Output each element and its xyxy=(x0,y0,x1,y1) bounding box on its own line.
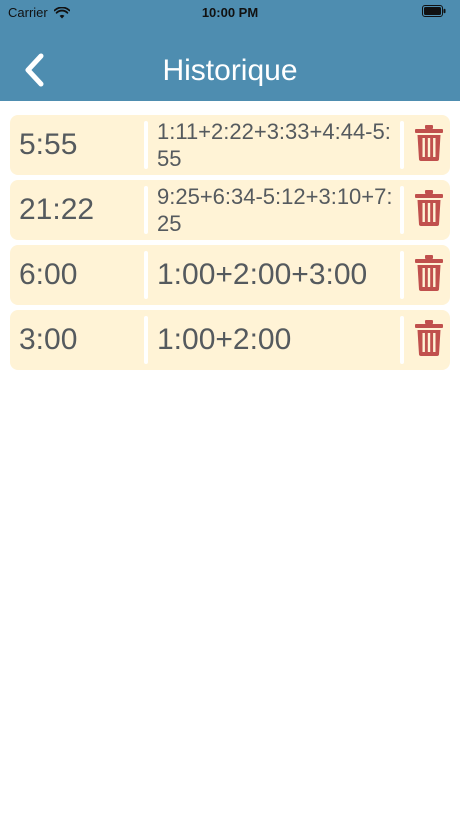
history-row[interactable]: 5:55 1:11+2:22+3:33+4:44-5:55 xyxy=(10,115,450,175)
trash-icon xyxy=(414,319,444,362)
history-total: 21:22 xyxy=(19,193,95,226)
history-expression: 9:25+6:34-5:12+3:10+7:25 xyxy=(157,183,393,237)
history-expression: 1:11+2:22+3:33+4:44-5:55 xyxy=(157,118,391,172)
divider xyxy=(400,186,404,234)
history-screen: Carrier 10:00 PM Historique 5:55 1:11+2:… xyxy=(0,0,460,818)
page-title: Historique xyxy=(162,54,298,87)
battery-icon xyxy=(422,5,446,17)
delete-button[interactable] xyxy=(410,115,448,175)
delete-button[interactable] xyxy=(410,245,448,305)
history-row[interactable]: 21:22 9:25+6:34-5:12+3:10+7:25 xyxy=(10,180,450,240)
divider xyxy=(144,121,148,169)
trash-icon xyxy=(414,254,444,297)
history-row[interactable]: 6:00 1:00+2:00+3:00 xyxy=(10,245,450,305)
history-total: 3:00 xyxy=(19,323,78,356)
divider xyxy=(144,186,148,234)
delete-button[interactable] xyxy=(410,180,448,240)
history-total: 5:55 xyxy=(19,128,78,161)
history-expression: 1:00+2:00+3:00 xyxy=(157,258,368,292)
divider xyxy=(400,121,404,169)
trash-icon xyxy=(414,124,444,167)
status-time: 10:00 PM xyxy=(201,5,259,20)
history-expression: 1:00+2:00 xyxy=(157,323,292,357)
divider xyxy=(144,251,148,299)
history-total: 6:00 xyxy=(19,258,78,291)
history-row[interactable]: 3:00 1:00+2:00 xyxy=(10,310,450,370)
trash-icon xyxy=(414,189,444,232)
history-list: 5:55 1:11+2:22+3:33+4:44-5:55 21:22 9:25… xyxy=(10,115,450,375)
divider xyxy=(400,251,404,299)
navigation-bar: Historique xyxy=(0,42,460,98)
delete-button[interactable] xyxy=(410,310,448,370)
divider xyxy=(400,316,404,364)
divider xyxy=(144,316,148,364)
header: Carrier 10:00 PM Historique xyxy=(0,0,460,101)
status-bar: Carrier 10:00 PM xyxy=(0,0,460,24)
